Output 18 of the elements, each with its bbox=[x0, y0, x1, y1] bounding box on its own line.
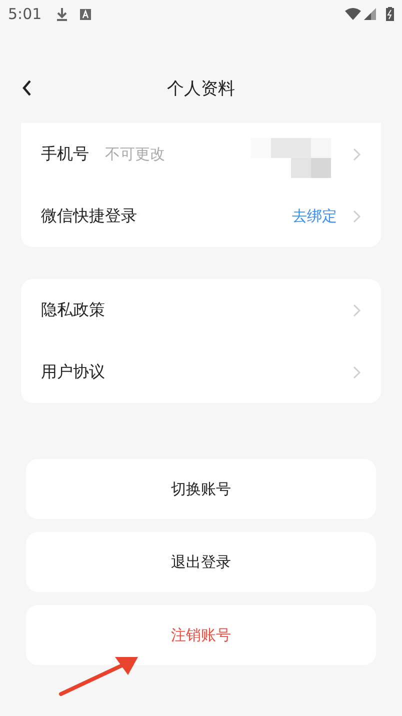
letter-badge-icon bbox=[80, 8, 91, 20]
download-icon bbox=[56, 7, 68, 21]
list-item[interactable]: 隐私政策 bbox=[21, 279, 381, 341]
signal-icon bbox=[364, 8, 376, 20]
action-button[interactable]: 切换账号 bbox=[26, 459, 376, 519]
list-item[interactable]: 手机号 不可更改 bbox=[21, 123, 381, 185]
page-title: 个人资料 bbox=[167, 78, 235, 100]
chevron-right-icon bbox=[353, 148, 361, 160]
wifi-icon bbox=[345, 8, 361, 20]
chevron-right-icon bbox=[353, 366, 361, 378]
list-item[interactable]: 用户协议 bbox=[21, 341, 381, 403]
clock-time: 5:01 bbox=[8, 5, 42, 23]
action-button[interactable]: 注销账号 bbox=[26, 605, 376, 665]
list-item[interactable]: 微信快捷登录 去绑定 bbox=[21, 185, 381, 247]
battery-icon bbox=[386, 7, 394, 21]
chevron-right-icon bbox=[353, 304, 361, 316]
chevron-right-icon bbox=[353, 210, 361, 222]
action-button[interactable]: 退出登录 bbox=[26, 532, 376, 592]
